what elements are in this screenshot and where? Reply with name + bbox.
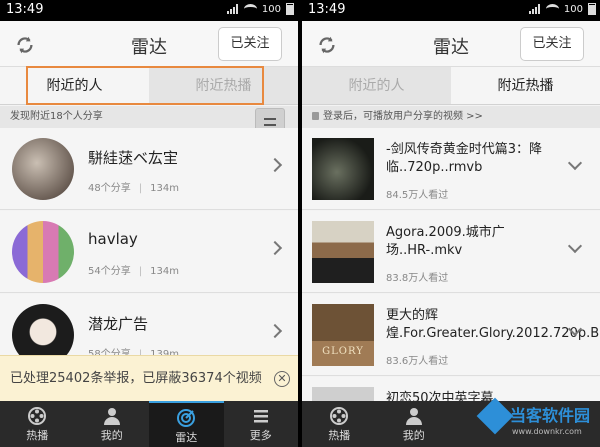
user-name: 潜龙广告 <box>88 315 149 333</box>
watermark-url: www.downkr.com <box>512 427 582 436</box>
share-count: 54个分享 <box>88 266 131 277</box>
battery-level: 100 <box>563 3 583 15</box>
nav-label: 我的 <box>100 429 123 442</box>
tab-nearby-hot[interactable]: 附近热播 <box>451 67 600 104</box>
user-name: havlay <box>88 230 138 248</box>
nav-mine[interactable]: 我的 <box>75 401 150 447</box>
distance: 134m <box>150 183 179 194</box>
watermark: 当客软件园 www.downkr.com <box>476 397 600 445</box>
signal-icon <box>528 4 541 14</box>
nav-more[interactable]: 更多 <box>224 401 299 447</box>
battery-icon <box>588 3 596 15</box>
info-bar: 发现附近18个人分享 <box>0 106 298 128</box>
battery-icon <box>286 3 294 15</box>
tab-nearby-hot[interactable]: 附近热播 <box>149 67 298 104</box>
watermark-logo-icon <box>476 397 514 435</box>
lock-icon <box>312 112 319 120</box>
battery-level: 100 <box>261 3 281 15</box>
video-title: Agora.2009.城市广场..HR-.mkv <box>386 225 505 258</box>
film-reel-icon <box>330 407 349 425</box>
watermark-name: 当客软件园 <box>510 406 591 425</box>
menu-lines-icon <box>264 118 276 126</box>
list-item[interactable]: 駢絓蒁ベ厷宔 48个分享 | 134m <box>0 128 298 210</box>
avatar <box>12 221 74 283</box>
chevron-down-icon[interactable] <box>567 155 583 171</box>
list-item[interactable]: GLORY 更大的辉煌.For.Greater.Glory.2012.720p.… <box>302 294 600 376</box>
signal-icon <box>226 4 239 14</box>
video-thumbnail: GLORY <box>312 304 374 366</box>
list-item[interactable]: havlay 54个分享 | 134m <box>0 211 298 293</box>
bottom-nav: 热播 我的 雷达 更多 <box>0 401 298 447</box>
close-icon[interactable]: ✕ <box>274 371 290 387</box>
info-bar: 登录后，可播放用户分享的视频 >> <box>302 106 600 128</box>
report-notice: 已处理25402条举报，已屏蔽36374个视频 ✕ <box>0 355 298 401</box>
distance: 134m <box>150 266 179 277</box>
person-icon <box>405 408 422 425</box>
video-title: 更大的辉煌.For.Greater.Glory.2012.720p.BluRay… <box>386 308 600 341</box>
tab-nearby-people[interactable]: 附近的人 <box>0 67 149 104</box>
clock: 13:49 <box>308 2 346 17</box>
nav-radar[interactable]: 雷达 <box>149 401 224 447</box>
notice-text: 已处理25402条举报，已屏蔽36374个视频 <box>10 371 262 386</box>
list-item[interactable]: -剑风传奇黄金时代篇3：降临..720p..rmvb 84.5万人看过 <box>302 128 600 210</box>
nav-label: 雷达 <box>175 431 198 444</box>
nav-hot[interactable]: 热播 <box>0 401 75 447</box>
user-name: 駢絓蒁ベ厷宔 <box>88 149 179 167</box>
nav-label: 我的 <box>402 429 425 442</box>
film-reel-icon <box>28 407 47 425</box>
person-icon <box>103 408 120 425</box>
tab-bar: 附近的人 附近热播 <box>0 67 298 105</box>
tab-bar: 附近的人 附近热播 <box>302 67 600 105</box>
avatar <box>12 138 74 200</box>
app-bar: 雷达 已关注 <box>0 21 298 67</box>
video-thumbnail <box>312 138 374 200</box>
app-bar: 雷达 已关注 <box>302 21 600 67</box>
clock: 13:49 <box>6 2 44 17</box>
status-bar: 13:49 100 <box>0 0 298 21</box>
nav-label: 热播 <box>328 429 351 442</box>
wifi-icon <box>243 4 257 14</box>
left-screen: 13:49 100 雷达 已关注 附近的人 附近热播 发现附近18个人分享 駢絓… <box>0 0 298 447</box>
radar-icon <box>177 409 196 427</box>
chevron-right-icon <box>267 323 283 339</box>
nav-mine[interactable]: 我的 <box>377 401 452 447</box>
tab-nearby-people[interactable]: 附近的人 <box>302 67 451 104</box>
nav-label: 更多 <box>249 429 272 442</box>
nav-label: 热播 <box>26 429 49 442</box>
view-count: 83.6万人看过 <box>386 356 449 367</box>
right-screen: 13:49 100 雷达 已关注 附近的人 附近热播 登录后，可播放用户分享的视… <box>302 0 600 447</box>
chevron-right-icon <box>267 240 283 256</box>
view-count: 83.8万人看过 <box>386 273 449 284</box>
video-thumbnail <box>312 221 374 283</box>
view-count: 84.5万人看过 <box>386 190 449 201</box>
chevron-down-icon[interactable] <box>567 238 583 254</box>
list-item[interactable]: Agora.2009.城市广场..HR-.mkv 83.8万人看过 <box>302 211 600 293</box>
menu-icon <box>253 410 268 423</box>
share-count: 48个分享 <box>88 183 131 194</box>
followed-button[interactable]: 已关注 <box>218 27 282 61</box>
video-title: -剑风传奇黄金时代篇3：降临..720p..rmvb <box>386 142 542 175</box>
followed-button[interactable]: 已关注 <box>520 27 584 61</box>
thumbnail-text: GLORY <box>322 346 364 357</box>
nav-hot[interactable]: 热播 <box>302 401 377 447</box>
wifi-icon <box>545 4 559 14</box>
status-bar: 13:49 100 <box>302 0 600 21</box>
login-hint[interactable]: 登录后，可播放用户分享的视频 >> <box>323 111 483 122</box>
chevron-right-icon <box>267 157 283 173</box>
